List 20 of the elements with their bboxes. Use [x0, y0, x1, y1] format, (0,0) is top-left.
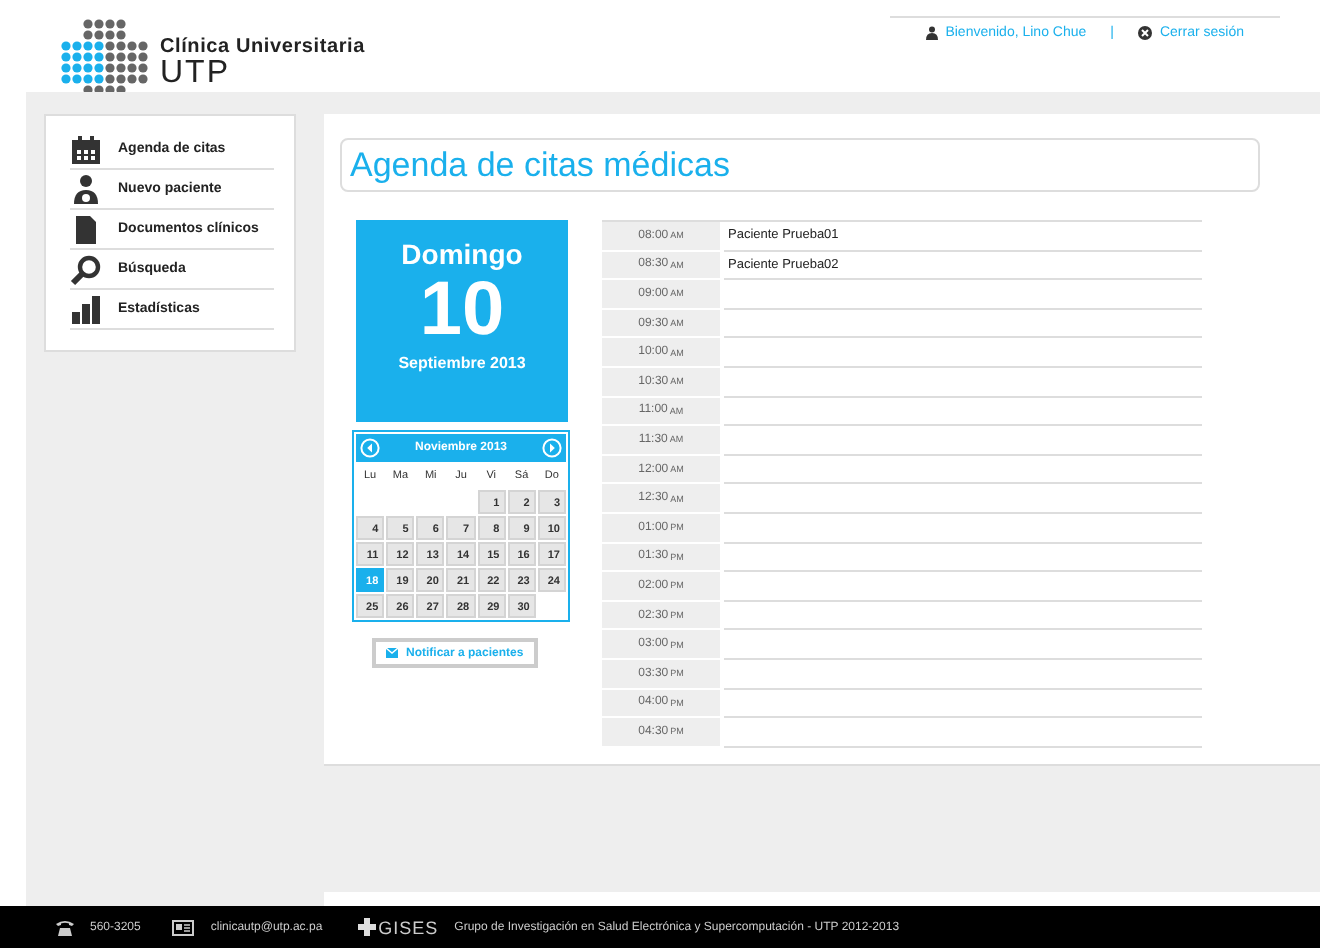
day-number: 10 — [419, 270, 505, 350]
mail-icon — [386, 648, 398, 658]
month-year-label: Septiembre 2013 — [398, 354, 526, 372]
weekday-label: Domingo — [401, 238, 523, 270]
phone-icon — [56, 919, 74, 935]
next-icon[interactable] — [542, 438, 562, 458]
person-icon — [70, 173, 102, 205]
id-card-icon — [172, 919, 195, 935]
close-icon — [1137, 26, 1152, 40]
page-title: Agenda de citas médicas — [340, 138, 1260, 192]
plus-icon — [358, 918, 377, 936]
previous-icon[interactable] — [360, 438, 380, 458]
calendar-icon — [70, 133, 102, 165]
user-icon — [925, 26, 938, 40]
logo-subtitle: UTP — [160, 58, 232, 90]
bar-chart-icon — [70, 293, 102, 325]
logo-title: Clínica Universitaria — [160, 38, 365, 58]
search-icon — [70, 253, 102, 285]
document-icon — [70, 213, 102, 245]
group-logo: GISES — [378, 917, 439, 937]
